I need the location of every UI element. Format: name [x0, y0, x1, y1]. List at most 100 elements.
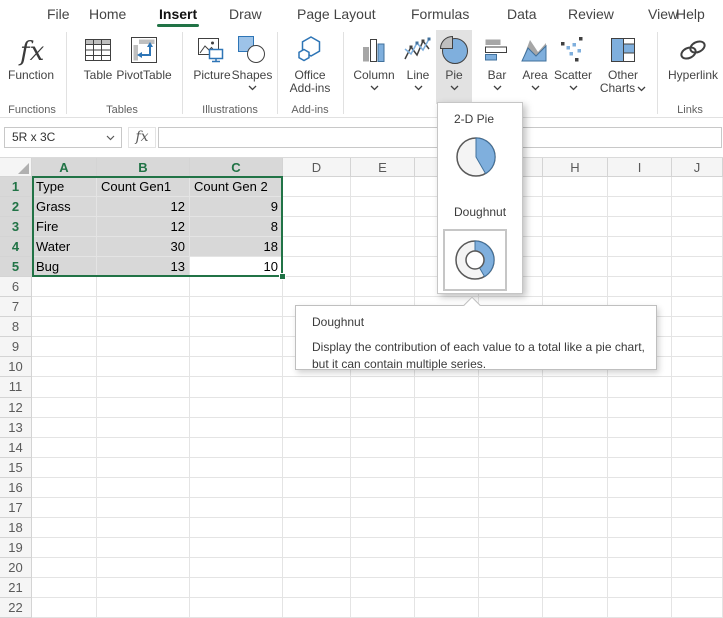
cell-B11[interactable] — [97, 377, 190, 397]
cell-J1[interactable] — [672, 177, 723, 197]
column-header-H[interactable]: H — [543, 158, 608, 177]
row-header-21[interactable]: 21 — [0, 578, 32, 598]
tab-formulas[interactable]: Formulas — [411, 6, 469, 22]
line-chart-button[interactable]: Line — [394, 30, 442, 102]
cell-A10[interactable] — [32, 357, 97, 377]
cell-J21[interactable] — [672, 578, 723, 598]
row-header-7[interactable]: 7 — [0, 297, 32, 317]
row-header-20[interactable]: 20 — [0, 558, 32, 578]
row-header-6[interactable]: 6 — [0, 277, 32, 297]
cell-C15[interactable] — [190, 458, 283, 478]
cell-B18[interactable] — [97, 518, 190, 538]
cell-B13[interactable] — [97, 418, 190, 438]
cell-B22[interactable] — [97, 598, 190, 618]
cell-E6[interactable] — [351, 277, 415, 297]
cell-D12[interactable] — [283, 398, 351, 418]
cell-C8[interactable] — [190, 317, 283, 337]
cell-E14[interactable] — [351, 438, 415, 458]
cell-H16[interactable] — [543, 478, 608, 498]
cell-F12[interactable] — [415, 398, 479, 418]
cell-C13[interactable] — [190, 418, 283, 438]
cell-C1[interactable]: Count Gen 2 — [190, 177, 283, 197]
cell-A5[interactable]: Bug — [32, 257, 97, 277]
row-header-17[interactable]: 17 — [0, 498, 32, 518]
insert-function-button[interactable]: fx — [128, 127, 156, 148]
cell-B17[interactable] — [97, 498, 190, 518]
cell-I2[interactable] — [608, 197, 672, 217]
cell-J6[interactable] — [672, 277, 723, 297]
cell-A16[interactable] — [32, 478, 97, 498]
cell-J4[interactable] — [672, 237, 723, 257]
cell-B15[interactable] — [97, 458, 190, 478]
cell-E17[interactable] — [351, 498, 415, 518]
cell-H18[interactable] — [543, 518, 608, 538]
cell-F19[interactable] — [415, 538, 479, 558]
cell-A14[interactable] — [32, 438, 97, 458]
cell-G15[interactable] — [479, 458, 543, 478]
cell-A18[interactable] — [32, 518, 97, 538]
cell-J5[interactable] — [672, 257, 723, 277]
cell-H21[interactable] — [543, 578, 608, 598]
cell-E3[interactable] — [351, 217, 415, 237]
cell-B4[interactable]: 30 — [97, 237, 190, 257]
tab-insert[interactable]: Insert — [159, 6, 197, 22]
cell-J20[interactable] — [672, 558, 723, 578]
cell-G19[interactable] — [479, 538, 543, 558]
cell-F20[interactable] — [415, 558, 479, 578]
cell-A7[interactable] — [32, 297, 97, 317]
cell-H19[interactable] — [543, 538, 608, 558]
cell-J7[interactable] — [672, 297, 723, 317]
cell-H11[interactable] — [543, 377, 608, 397]
cell-C2[interactable]: 9 — [190, 197, 283, 217]
cell-A11[interactable] — [32, 377, 97, 397]
row-header-14[interactable]: 14 — [0, 438, 32, 458]
row-header-22[interactable]: 22 — [0, 598, 32, 618]
fill-handle[interactable] — [279, 273, 286, 280]
cell-A1[interactable]: Type — [32, 177, 97, 197]
cell-D5[interactable] — [283, 257, 351, 277]
cell-J13[interactable] — [672, 418, 723, 438]
cell-C14[interactable] — [190, 438, 283, 458]
cell-H14[interactable] — [543, 438, 608, 458]
cell-G22[interactable] — [479, 598, 543, 618]
cell-E16[interactable] — [351, 478, 415, 498]
cell-C10[interactable] — [190, 357, 283, 377]
cell-H15[interactable] — [543, 458, 608, 478]
cell-J14[interactable] — [672, 438, 723, 458]
cell-D16[interactable] — [283, 478, 351, 498]
cell-C11[interactable] — [190, 377, 283, 397]
cell-A19[interactable] — [32, 538, 97, 558]
cell-A3[interactable]: Fire — [32, 217, 97, 237]
cell-H13[interactable] — [543, 418, 608, 438]
cell-G13[interactable] — [479, 418, 543, 438]
cell-E18[interactable] — [351, 518, 415, 538]
column-header-B[interactable]: B — [97, 158, 190, 177]
cell-H1[interactable] — [543, 177, 608, 197]
cell-H3[interactable] — [543, 217, 608, 237]
column-header-J[interactable]: J — [672, 158, 723, 177]
cell-C17[interactable] — [190, 498, 283, 518]
cell-A13[interactable] — [32, 418, 97, 438]
tab-draw[interactable]: Draw — [229, 6, 262, 22]
function-button[interactable]: fx Function — [5, 30, 57, 102]
row-header-3[interactable]: 3 — [0, 217, 32, 237]
cell-A12[interactable] — [32, 398, 97, 418]
cell-C16[interactable] — [190, 478, 283, 498]
cell-I6[interactable] — [608, 277, 672, 297]
row-header-8[interactable]: 8 — [0, 317, 32, 337]
row-header-18[interactable]: 18 — [0, 518, 32, 538]
cell-I14[interactable] — [608, 438, 672, 458]
cell-A6[interactable] — [32, 277, 97, 297]
cell-H4[interactable] — [543, 237, 608, 257]
cell-G16[interactable] — [479, 478, 543, 498]
cell-J10[interactable] — [672, 357, 723, 377]
cell-J11[interactable] — [672, 377, 723, 397]
cell-C7[interactable] — [190, 297, 283, 317]
cell-E19[interactable] — [351, 538, 415, 558]
tab-view[interactable]: View — [648, 6, 678, 22]
cell-G11[interactable] — [479, 377, 543, 397]
cell-B8[interactable] — [97, 317, 190, 337]
cell-H22[interactable] — [543, 598, 608, 618]
cell-B20[interactable] — [97, 558, 190, 578]
cell-I22[interactable] — [608, 598, 672, 618]
